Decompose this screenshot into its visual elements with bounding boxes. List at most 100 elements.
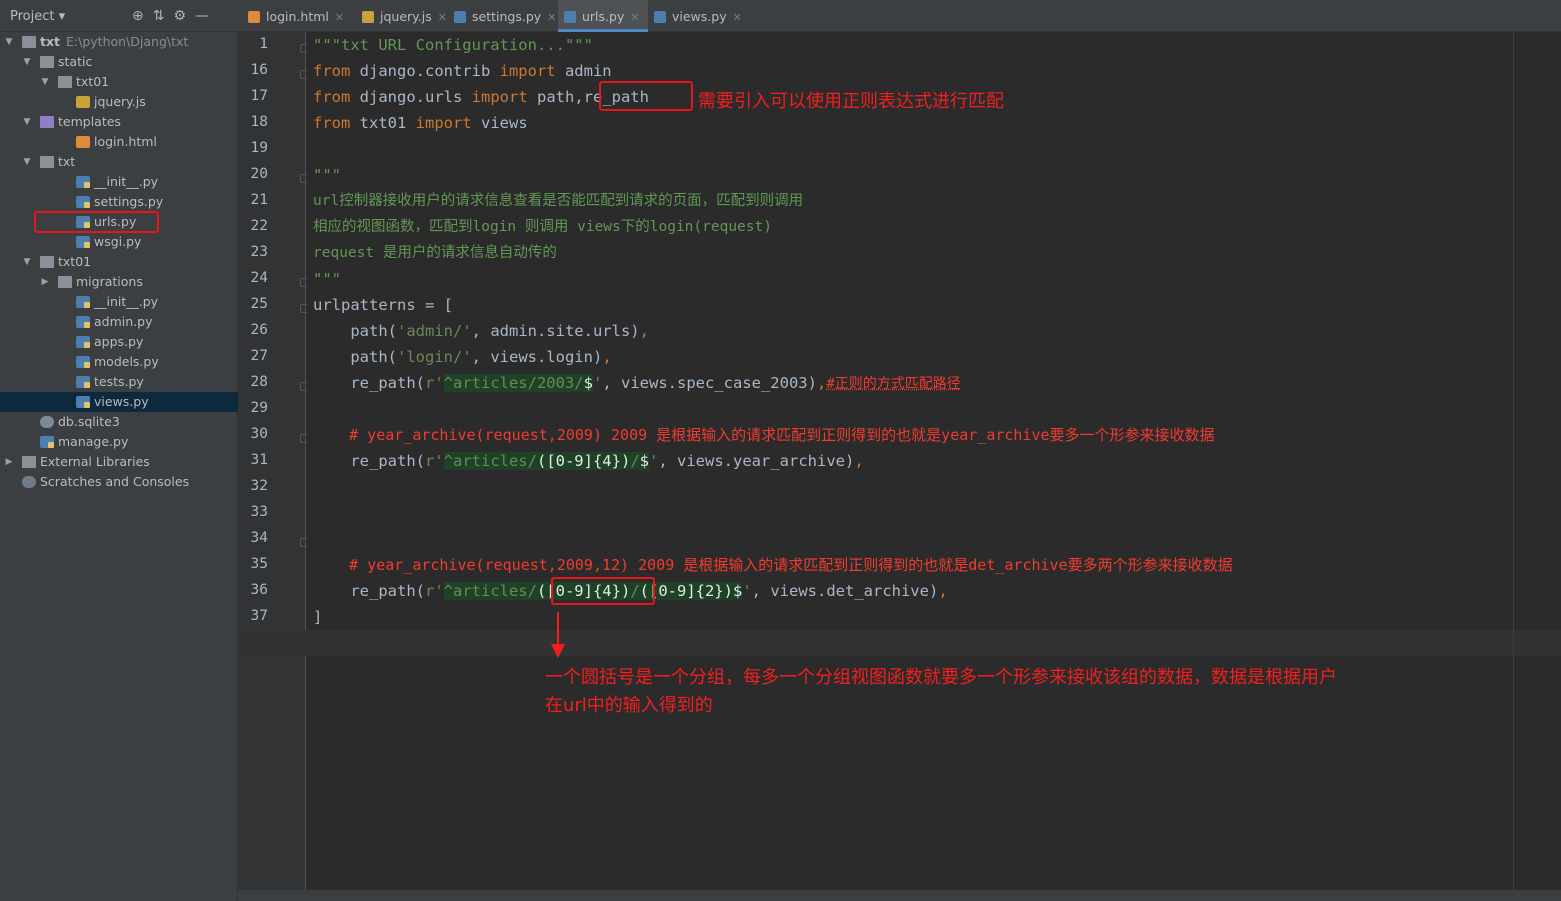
tree-item[interactable]: manage.py	[0, 432, 238, 452]
project-view-selector[interactable]: Project ▾	[10, 9, 65, 24]
close-tab-icon[interactable]: ✕	[630, 11, 639, 24]
line-number: 21	[250, 192, 268, 208]
project-toolbar[interactable]: ⊕⇅⚙—	[132, 8, 218, 24]
editor-tab[interactable]: settings.py ✕	[448, 0, 564, 32]
line-number: 26	[250, 322, 268, 338]
line-number: 17	[250, 88, 268, 104]
tree-item-label: External Libraries	[40, 454, 150, 469]
tree-item-label: static	[58, 54, 93, 69]
tree-item[interactable]: Scratches and Consoles	[0, 472, 238, 492]
close-tab-icon[interactable]: ✕	[335, 11, 344, 24]
expand-arrow-icon[interactable]: ▼	[21, 112, 33, 132]
code-line-37: ]	[313, 608, 323, 626]
tree-item[interactable]: ▼ txt E:\python\Djang\txt	[0, 32, 238, 52]
tree-item[interactable]: __init__.py	[0, 172, 238, 192]
tree-item[interactable]: ▼ templates	[0, 112, 238, 132]
line-number: 22	[250, 218, 268, 234]
tree-item[interactable]: db.sqlite3	[0, 412, 238, 432]
line-number: 29	[250, 400, 268, 416]
python-file-icon	[76, 356, 90, 368]
tree-item[interactable]: views.py	[0, 392, 238, 412]
project-panel-header: Project ▾ ⊕⇅⚙—	[0, 0, 238, 32]
tree-item[interactable]: models.py	[0, 352, 238, 372]
tree-item[interactable]: wsgi.py	[0, 232, 238, 252]
editor-tab[interactable]: views.py ✕	[648, 0, 750, 32]
line-number: 20	[250, 166, 268, 182]
line-number: 1	[259, 36, 268, 52]
tree-item[interactable]: ▶ External Libraries	[0, 452, 238, 472]
code-line-23: request 是用户的请求信息自动传的	[313, 245, 557, 261]
database-icon	[40, 416, 54, 428]
python-file-icon	[76, 316, 90, 328]
folder-icon	[58, 76, 72, 88]
annotation-arrow-icon	[551, 612, 565, 658]
line-number: 30	[250, 426, 268, 442]
line-number: 16	[250, 62, 268, 78]
tree-item[interactable]: tests.py	[0, 372, 238, 392]
python-file-icon	[40, 436, 54, 448]
package-folder-icon	[40, 156, 54, 168]
tree-item[interactable]: ▼ txt	[0, 152, 238, 172]
file-type-icon	[454, 11, 466, 23]
collapse-arrow-icon[interactable]: ▶	[39, 272, 51, 292]
line-number: 36	[250, 582, 268, 598]
tree-item[interactable]: admin.py	[0, 312, 238, 332]
tree-item[interactable]: settings.py	[0, 192, 238, 212]
tree-item-label: templates	[58, 114, 121, 129]
line-number: 33	[250, 504, 268, 520]
right-margin-guide	[1513, 32, 1514, 890]
tree-item[interactable]: ▶ migrations	[0, 272, 238, 292]
close-tab-icon[interactable]: ✕	[547, 11, 556, 24]
tree-item[interactable]: apps.py	[0, 332, 238, 352]
project-path-hint: E:\python\Djang\txt	[66, 34, 189, 49]
python-file-icon	[76, 376, 90, 388]
tree-item-label: txt01	[58, 254, 92, 269]
python-file-icon	[76, 236, 90, 248]
tree-item-label: __init__.py	[94, 294, 159, 309]
line-number: 25	[250, 296, 268, 312]
current-line-highlight	[238, 630, 1561, 656]
scratches-icon	[22, 476, 36, 488]
close-tab-icon[interactable]: ✕	[733, 11, 742, 24]
expand-arrow-icon[interactable]: ▼	[21, 52, 33, 72]
close-tab-icon[interactable]: ✕	[438, 11, 447, 24]
code-line-21: url控制器接收用户的请求信息查看是否能匹配到请求的页面，匹配到则调用	[313, 193, 804, 209]
code-line-1: """txt URL Configuration..."""	[313, 36, 593, 54]
python-file-icon	[76, 296, 90, 308]
templates-folder-icon	[40, 116, 54, 128]
editor-tab[interactable]: login.html ✕	[242, 0, 352, 32]
expand-arrow-icon[interactable]: ▼	[39, 72, 51, 92]
tree-item-label: settings.py	[94, 194, 164, 209]
tree-item[interactable]: ▼ static	[0, 52, 238, 72]
editor-tab[interactable]: urls.py ✕	[558, 0, 648, 32]
horizontal-scrollbar[interactable]	[238, 890, 1561, 901]
tree-item[interactable]: ▼ txt01	[0, 72, 238, 92]
expand-arrow-icon[interactable]: ▼	[3, 32, 15, 52]
code-line-27: path('login/', views.login),	[313, 348, 612, 366]
tree-item-label: models.py	[94, 354, 159, 369]
expand-arrow-icon[interactable]: ▼	[21, 152, 33, 172]
tab-label: jquery.js	[380, 9, 432, 24]
expand-arrow-icon[interactable]: ▼	[21, 252, 33, 272]
tree-item[interactable]: ▼ txt01	[0, 252, 238, 272]
regex-group-highlight-box	[551, 577, 655, 605]
collapse-arrow-icon[interactable]: ▶	[3, 452, 15, 472]
line-number: 31	[250, 452, 268, 468]
tree-item[interactable]: __init__.py	[0, 292, 238, 312]
line-number: 32	[250, 478, 268, 494]
folder-icon	[40, 56, 54, 68]
editor-tab[interactable]: jquery.js ✕	[356, 0, 455, 32]
js-file-icon	[76, 96, 90, 108]
tree-item-label: Scratches and Consoles	[40, 474, 190, 489]
re-path-highlight-box	[599, 81, 693, 111]
tree-item[interactable]: login.html	[0, 132, 238, 152]
tree-item-label: txt01	[76, 74, 110, 89]
tree-item-label: wsgi.py	[94, 234, 142, 249]
editor-tabs: login.html ✕ jquery.js ✕ settings.py ✕ urls.py…	[238, 0, 1561, 32]
file-type-icon	[564, 11, 576, 23]
code-line-16: from django.contrib import admin	[313, 62, 612, 80]
line-number: 28	[250, 374, 268, 390]
group-annotation-line-2: 在url中的输入得到的	[545, 695, 713, 716]
tree-item[interactable]: jquery.js	[0, 92, 238, 112]
html-file-icon	[76, 136, 90, 148]
